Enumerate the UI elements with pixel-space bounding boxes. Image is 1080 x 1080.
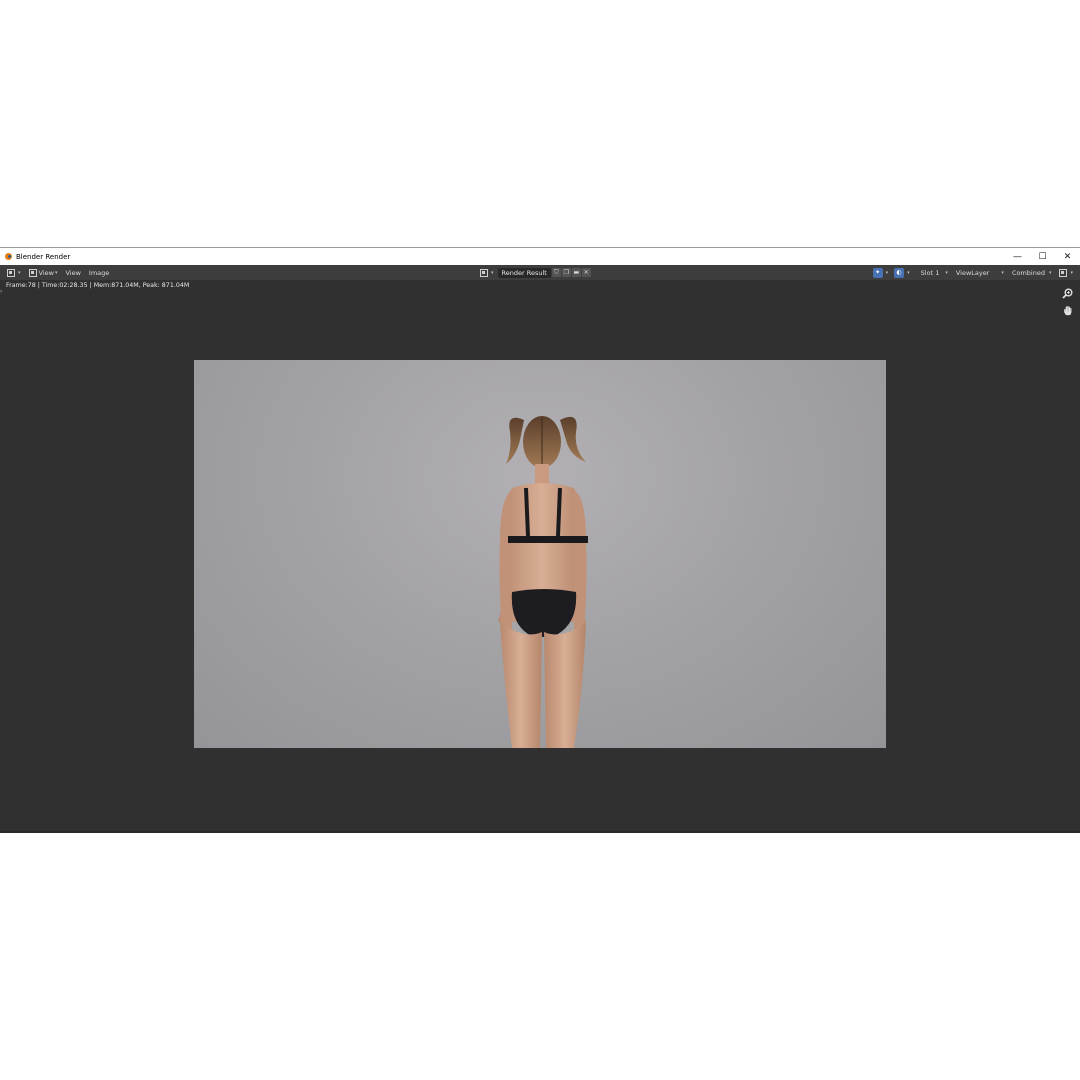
menu-image[interactable]: Image <box>86 267 112 278</box>
chevron-down-icon: ▾ <box>54 269 58 276</box>
title-bar: Blender Render — ☐ ✕ <box>0 248 1080 265</box>
chevron-down-icon: ▾ <box>491 269 494 276</box>
chevron-down-icon[interactable]: ▾ <box>886 270 889 276</box>
close-button[interactable]: ✕ <box>1055 248 1080 265</box>
overlay-toggle-icon[interactable]: ◐ <box>894 267 905 278</box>
toolbar-expand-arrow-icon[interactable]: › <box>0 288 2 295</box>
image-editor-icon <box>7 268 15 277</box>
render-stats-text: Frame:78 | Time:02:28.35 | Mem:871.04M, … <box>6 282 190 289</box>
chevron-down-icon[interactable]: ▾ <box>907 270 910 276</box>
image-name-field[interactable]: Render Result <box>497 267 551 278</box>
image-browse-icon <box>480 268 488 277</box>
blender-render-window: Blender Render — ☐ ✕ ▾ View ▾ View Image… <box>0 247 1080 833</box>
view-mode-icon <box>28 268 37 277</box>
display-channels-selector[interactable]: ▾ <box>1056 267 1076 278</box>
render-pass-label: Combined <box>1011 268 1045 277</box>
header-right-controls: ✦ ▾ ◐ ▾ Slot 1 ▾ ViewLayer ▾ Combined ▾ <box>872 267 1076 278</box>
gizmo-toggle-icon[interactable]: ✦ <box>872 267 883 278</box>
blender-logo-icon <box>4 252 13 261</box>
window-bottom-edge <box>0 831 1080 833</box>
new-image-icon[interactable]: ❐ <box>561 268 571 277</box>
hand-icon[interactable] <box>1060 303 1074 317</box>
image-datablock-selector: ▾ Render Result ⛉ ❐ ▬ ✕ <box>478 267 591 278</box>
render-pass-selector[interactable]: Combined ▾ <box>1009 267 1055 278</box>
fake-user-shield-icon[interactable]: ⛉ <box>551 268 561 277</box>
chevron-down-icon: ▾ <box>18 269 21 276</box>
menu-view[interactable]: View <box>62 267 83 278</box>
mode-selector-label: View <box>38 268 54 277</box>
editor-type-selector[interactable]: ▾ <box>4 267 24 278</box>
render-result-image[interactable] <box>194 360 886 748</box>
unlink-x-icon[interactable]: ✕ <box>581 268 591 277</box>
open-folder-icon[interactable]: ▬ <box>571 268 581 277</box>
zoom-icon[interactable] <box>1060 286 1074 300</box>
color-alpha-icon <box>1059 268 1068 277</box>
minimize-button[interactable]: — <box>1005 248 1030 265</box>
slot-label: Slot 1 <box>920 268 940 277</box>
chevron-down-icon: ▾ <box>1001 269 1004 276</box>
view-layer-selector[interactable]: ViewLayer ▾ <box>953 267 1007 278</box>
window-title: Blender Render <box>16 252 71 261</box>
rendered-figure <box>498 416 588 748</box>
browse-image-button[interactable]: ▾ <box>478 267 496 278</box>
maximize-button[interactable]: ☐ <box>1030 248 1055 265</box>
mode-selector[interactable]: View ▾ <box>26 267 61 278</box>
slot-selector[interactable]: Slot 1 ▾ <box>918 267 951 278</box>
chevron-down-icon: ▾ <box>1070 269 1073 276</box>
screen: Blender Render — ☐ ✕ ▾ View ▾ View Image… <box>0 0 1080 1080</box>
chevron-down-icon: ▾ <box>1048 269 1052 276</box>
view-layer-label: ViewLayer <box>955 268 990 277</box>
image-editor-header: ▾ View ▾ View Image ▾ Render Result ⛉ ❐ … <box>0 265 1080 280</box>
chevron-down-icon: ▾ <box>945 269 948 276</box>
